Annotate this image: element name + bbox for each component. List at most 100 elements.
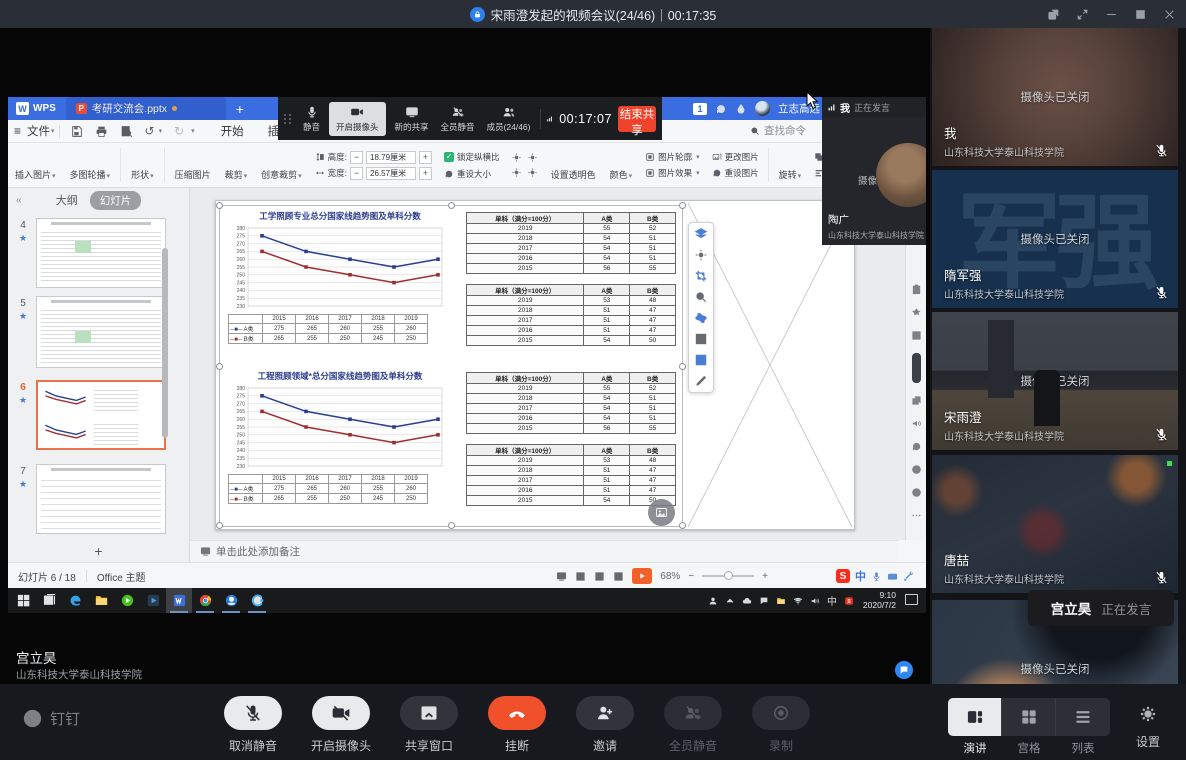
picture-outline-button[interactable]: 图片轮廓▾ xyxy=(645,151,700,163)
new-tab-button[interactable]: + xyxy=(226,101,254,117)
effects-icon[interactable] xyxy=(694,311,708,325)
slide-thumbnail[interactable]: 7★ xyxy=(14,464,166,534)
chat-app-icon[interactable] xyxy=(759,596,769,606)
notes-view-icon[interactable] xyxy=(556,571,567,582)
network-icon[interactable] xyxy=(793,596,803,606)
account-avatar[interactable] xyxy=(755,101,770,116)
undo-icon[interactable]: ↺▾ xyxy=(139,124,169,138)
floating-object-toolbar[interactable] xyxy=(688,222,714,393)
selection-handle[interactable] xyxy=(679,363,686,370)
slide-thumbnail[interactable]: 5★ xyxy=(14,296,166,368)
insert-picture-button[interactable]: 插入图片▾ xyxy=(8,149,63,181)
zoom-out-button[interactable]: − xyxy=(688,571,694,582)
hangup-button[interactable]: 挂断 xyxy=(473,696,561,754)
panel-icon[interactable] xyxy=(911,330,922,341)
layers-icon[interactable] xyxy=(694,227,708,241)
slide-thumbnail[interactable]: 6★ xyxy=(14,380,166,450)
more-icon[interactable] xyxy=(911,510,922,521)
selection-handle[interactable] xyxy=(216,522,223,529)
file-menu[interactable]: 文件 xyxy=(27,123,50,139)
history-icon[interactable] xyxy=(911,464,922,475)
participant-tile[interactable]: 摄像头已关闭宋雨澄山东科技大学泰山科技学院 xyxy=(932,312,1178,450)
ime-mic-icon[interactable] xyxy=(871,571,882,582)
thumbnail-preview[interactable] xyxy=(36,380,166,450)
outline-tab[interactable]: 大纲 xyxy=(56,192,78,208)
sogou-icon[interactable]: S xyxy=(836,569,850,583)
selection-handle[interactable] xyxy=(448,202,455,209)
selection-handle[interactable] xyxy=(216,363,223,370)
start-taskbar-button[interactable] xyxy=(10,588,36,613)
user-icon[interactable] xyxy=(708,596,718,606)
shapes-button[interactable]: 形状▾ xyxy=(124,149,161,181)
participant-tile[interactable]: 摄像头已关闭我山东科技大学泰山科技学院 xyxy=(932,28,1178,166)
sync-icon[interactable] xyxy=(715,103,727,115)
height-field[interactable]: 18.79厘米 xyxy=(366,151,416,164)
caret-up-icon[interactable] xyxy=(725,596,735,606)
contrast-icon[interactable] xyxy=(694,248,708,262)
file-explorer-taskbar-button[interactable] xyxy=(88,588,114,613)
edit-icon[interactable] xyxy=(694,374,708,388)
save-icon[interactable] xyxy=(70,125,83,138)
slideshow-button[interactable] xyxy=(632,568,652,584)
clock[interactable]: 9:10 2020/7/2 xyxy=(863,590,896,610)
chat-button[interactable] xyxy=(895,661,913,679)
folder-icon[interactable] xyxy=(776,596,786,606)
transparent-color-button[interactable]: 设置透明色 xyxy=(544,149,603,181)
lock-ratio-checkbox[interactable]: ✓锁定纵横比 xyxy=(444,151,500,163)
command-search[interactable]: 查找命令 xyxy=(750,123,822,138)
qq-app-taskbar-button[interactable] xyxy=(218,588,244,613)
members-button[interactable]: 成员(24/46) xyxy=(484,103,534,135)
crop-icon[interactable] xyxy=(694,269,708,283)
panel-scrollbar[interactable] xyxy=(162,248,168,438)
cloud-icon[interactable] xyxy=(742,596,752,606)
slides-tab[interactable]: 幻灯片 xyxy=(90,191,142,210)
multi-carousel-button[interactable]: 多图轮播▾ xyxy=(63,149,118,181)
edge-taskbar-button[interactable] xyxy=(62,588,88,613)
compress-picture-button[interactable]: 压缩图片 xyxy=(168,149,218,181)
message-badge[interactable]: 1 xyxy=(693,103,707,115)
share-window-button[interactable]: 共享窗口 xyxy=(385,696,473,754)
close-icon[interactable] xyxy=(1163,8,1176,21)
selected-picture-object[interactable]: 工学照顾专业总分国家线趋势图及单科分数280275270265260255250… xyxy=(219,205,683,527)
frame-icon[interactable] xyxy=(694,332,708,346)
refresh-icon[interactable] xyxy=(911,441,922,452)
invite-button[interactable]: 邀请 xyxy=(561,696,649,754)
hamburger-icon[interactable]: ≡ xyxy=(8,124,27,138)
participant-tile[interactable]: 军强摄像头已关闭隋军强山东科技大学泰山科技学院 xyxy=(932,170,1178,308)
width-minus-button[interactable]: − xyxy=(350,167,363,180)
thumbnail-preview[interactable] xyxy=(36,296,166,368)
camera-off-button[interactable]: 开启摄像头 xyxy=(297,696,385,754)
minimize-icon[interactable] xyxy=(1105,8,1118,21)
drag-handle-icon[interactable] xyxy=(284,114,292,124)
crop-button[interactable]: 裁剪▾ xyxy=(218,149,255,181)
reading-view-icon[interactable] xyxy=(613,571,624,582)
sorter-view-icon[interactable] xyxy=(594,571,605,582)
mic-muted-button[interactable]: 取消静音 xyxy=(209,696,297,754)
selection-handle[interactable] xyxy=(679,522,686,529)
selection-handle[interactable] xyxy=(216,202,223,209)
notes-bar[interactable]: 单击此处添加备注 xyxy=(190,540,898,562)
camera-on-button[interactable]: 开启摄像头 xyxy=(329,102,386,136)
settings-button[interactable]: 设置 xyxy=(1126,704,1170,750)
change-picture-button[interactable]: 更改图片 xyxy=(712,151,759,163)
chrome-taskbar-button[interactable] xyxy=(192,588,218,613)
end-share-button[interactable]: 结束共享 xyxy=(618,106,656,132)
strip-scrollbar[interactable] xyxy=(912,353,921,383)
participant-tile[interactable]: 唐喆山东科技大学泰山科技学院 xyxy=(932,455,1178,593)
ime-toolbox-icon[interactable] xyxy=(903,571,914,582)
mute-all-button[interactable]: 全员静音 xyxy=(649,696,737,754)
wps-document-tab[interactable]: P 考研交流会.pptx xyxy=(66,97,226,120)
preview-icon[interactable] xyxy=(120,125,133,138)
action-center-icon[interactable] xyxy=(905,594,918,605)
wps-taskbar-button[interactable] xyxy=(166,588,192,613)
zoom-slider[interactable] xyxy=(702,575,754,577)
sogou-icon[interactable]: S xyxy=(844,596,854,606)
new-share-button[interactable]: 新的共享 xyxy=(392,103,432,135)
popout-icon[interactable] xyxy=(1047,8,1060,21)
help-icon[interactable] xyxy=(911,487,922,498)
floating-meeting-controls[interactable]: 静音 开启摄像头 新的共享 全员静音 成员(24/46) 00:17:07 结束… xyxy=(278,97,662,140)
slide[interactable]: 工学照顾专业总分国家线趋势图及单科分数280275270265260255250… xyxy=(215,200,855,530)
grid-icon[interactable] xyxy=(694,353,708,367)
normal-view-icon[interactable] xyxy=(575,571,586,582)
star-icon[interactable] xyxy=(911,307,922,318)
